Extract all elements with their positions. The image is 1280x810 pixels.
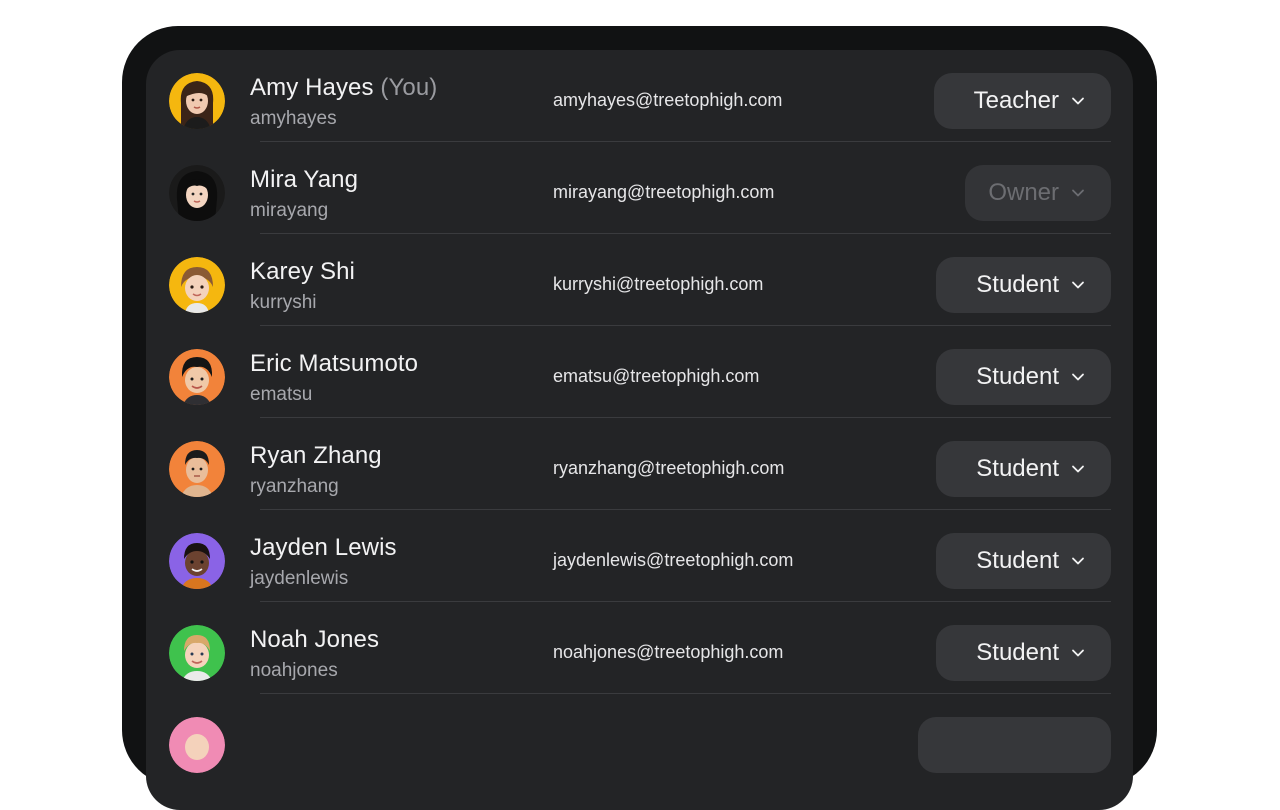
member-name: Noah Jones	[250, 626, 380, 653]
chevron-down-icon	[1072, 281, 1084, 289]
member-name: Mira Yang	[250, 166, 359, 193]
role-dropdown[interactable]: Student	[936, 349, 1111, 405]
member-email: jaydenlewis@treetophigh.com	[553, 550, 794, 570]
role-label: Teacher	[973, 87, 1059, 114]
role-dropdown[interactable]: Teacher	[933, 73, 1111, 129]
member-row: Eric Matsumoto ematsu ematsu@treetophigh…	[146, 326, 1133, 418]
you-label: (You)	[380, 74, 438, 101]
role-label: Student	[976, 455, 1059, 482]
role-dropdown[interactable]	[918, 717, 1111, 773]
role-dropdown[interactable]: Student	[936, 441, 1111, 497]
avatar-noah-jones	[169, 625, 225, 681]
avatar-ryan-zhang	[169, 441, 225, 497]
avatar-mira-yang	[169, 165, 225, 221]
avatar	[169, 441, 225, 497]
member-name: Amy Hayes (You)	[250, 74, 438, 101]
avatar-eric-matsumoto	[169, 349, 225, 405]
role-dropdown-disabled: Owner	[965, 165, 1111, 221]
chevron-down-icon	[1072, 189, 1084, 197]
member-list: Amy Hayes (You) amyhayes amyhayes@treeto…	[146, 50, 1133, 810]
avatar	[169, 717, 225, 773]
member-username: amyhayes	[250, 108, 337, 129]
role-dropdown[interactable]: Student	[936, 533, 1111, 589]
member-name: Ryan Zhang	[250, 442, 382, 469]
avatar	[169, 73, 225, 129]
member-name: Jayden Lewis	[250, 534, 397, 561]
member-username: noahjones	[250, 660, 338, 681]
member-email: kurryshi@treetophigh.com	[553, 274, 764, 294]
member-row: Ryan Zhang ryanzhang ryanzhang@treetophi…	[146, 418, 1133, 510]
role-label: Student	[976, 363, 1059, 390]
member-row: Amy Hayes (You) amyhayes amyhayes@treeto…	[146, 50, 1133, 142]
role-label: Student	[976, 271, 1059, 298]
member-email: mirayang@treetophigh.com	[553, 182, 775, 202]
avatar-karey-shi	[169, 257, 225, 313]
member-row: Jayden Lewis jaydenlewis jaydenlewis@tre…	[146, 510, 1133, 602]
role-label: Student	[976, 547, 1059, 574]
tablet-frame: Amy Hayes (You) amyhayes amyhayes@treeto…	[122, 26, 1157, 810]
member-email: noahjones@treetophigh.com	[553, 642, 784, 662]
member-username: kurryshi	[250, 292, 317, 313]
chevron-down-icon	[1072, 557, 1084, 565]
member-email: ematsu@treetophigh.com	[553, 366, 760, 386]
member-email: ryanzhang@treetophigh.com	[553, 458, 785, 478]
chevron-down-icon	[1072, 465, 1084, 473]
member-username: jaydenlewis	[250, 568, 349, 589]
chevron-down-icon	[1072, 649, 1084, 657]
role-dropdown[interactable]: Student	[936, 257, 1111, 313]
member-username: ryanzhang	[250, 476, 339, 497]
role-dropdown[interactable]: Student	[936, 625, 1111, 681]
avatar-partial	[169, 717, 225, 773]
chevron-down-icon	[1072, 373, 1084, 381]
chevron-down-icon	[1072, 97, 1084, 105]
avatar	[169, 257, 225, 313]
member-row: Karey Shi kurryshi kurryshi@treetophigh.…	[146, 234, 1133, 326]
member-username: ematsu	[250, 384, 313, 405]
avatar	[169, 533, 225, 589]
member-row: Noah Jones noahjones noahjones@treetophi…	[146, 602, 1133, 694]
role-label: Owner	[988, 179, 1059, 206]
member-name: Eric Matsumoto	[250, 350, 419, 377]
member-name: Karey Shi	[250, 258, 355, 285]
avatar-amy-hayes	[169, 73, 225, 129]
avatar-jayden-lewis	[169, 533, 225, 589]
avatar	[169, 625, 225, 681]
member-email: amyhayes@treetophigh.com	[553, 90, 783, 110]
role-label: Student	[976, 639, 1059, 666]
member-username: mirayang	[250, 200, 329, 221]
member-row: Mira Yang mirayang mirayang@treetophigh.…	[146, 142, 1133, 234]
member-row-partial	[146, 694, 1133, 786]
avatar	[169, 165, 225, 221]
avatar	[169, 349, 225, 405]
